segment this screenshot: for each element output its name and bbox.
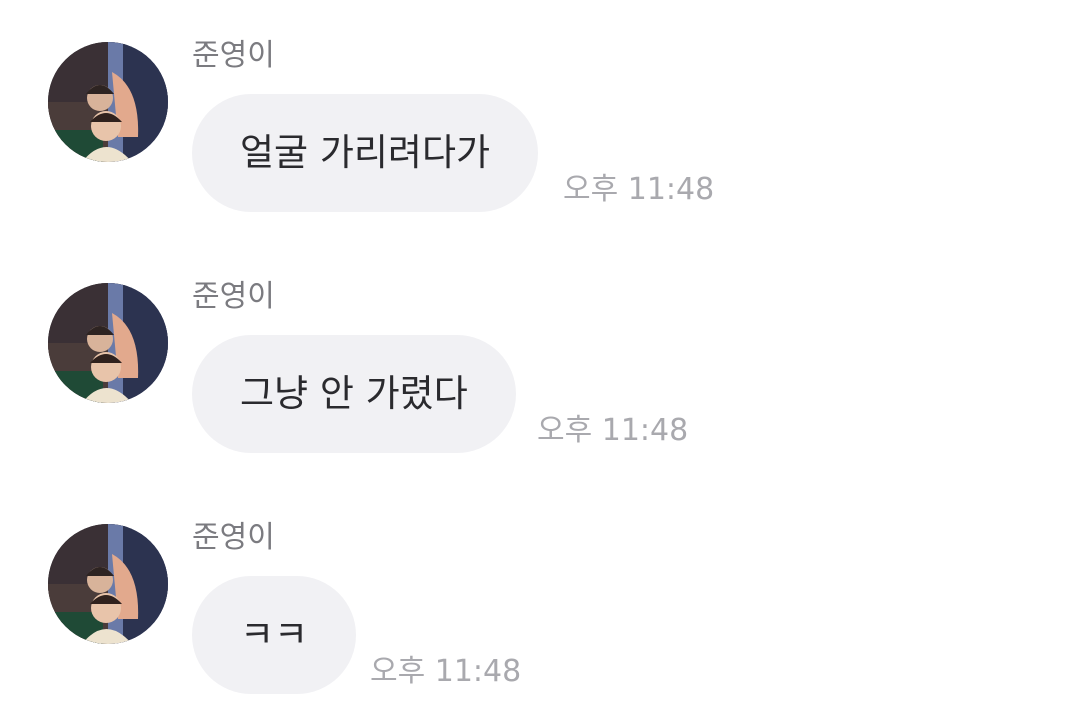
message-time: 오후 11:48 bbox=[370, 654, 522, 689]
profile-photo-icon bbox=[48, 283, 168, 403]
sender-name: 준영이 bbox=[192, 38, 275, 73]
sender-name: 준영이 bbox=[192, 279, 275, 314]
sender-name: 준영이 bbox=[192, 520, 275, 555]
profile-photo-icon bbox=[48, 524, 168, 644]
message-bubble[interactable]: 얼굴 가리려다가 bbox=[192, 94, 539, 212]
avatar[interactable] bbox=[48, 524, 168, 644]
message-bubble[interactable]: ㅋㅋ bbox=[192, 576, 357, 694]
message-time: 오후 11:48 bbox=[563, 172, 715, 207]
profile-photo-icon bbox=[48, 42, 168, 162]
avatar[interactable] bbox=[48, 283, 168, 403]
avatar[interactable] bbox=[48, 42, 168, 162]
message-time: 오후 11:48 bbox=[537, 413, 689, 448]
message-bubble[interactable]: 그냥 안 가렸다 bbox=[192, 335, 516, 453]
